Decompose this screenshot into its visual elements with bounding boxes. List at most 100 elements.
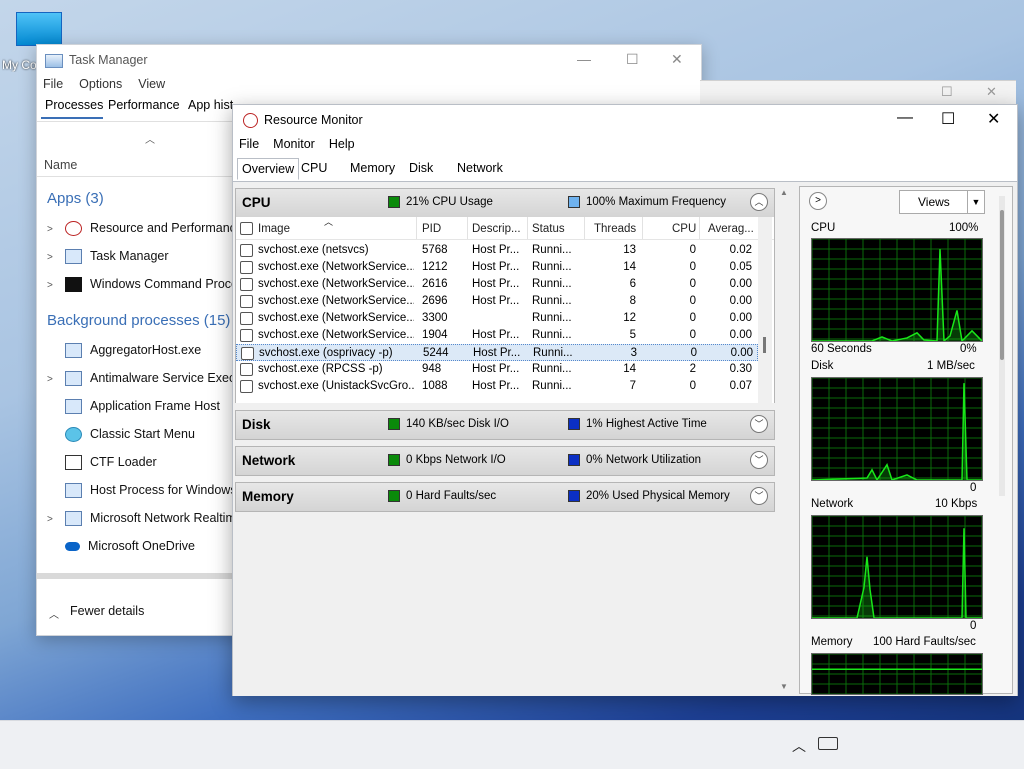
menu-help[interactable]: Help	[329, 137, 355, 151]
table-row[interactable]: svchost.exe (UnistackSvcGro... 1088 Host P…	[236, 378, 758, 395]
table-row[interactable]: svchost.exe (NetworkService... 2616 Host P…	[236, 276, 758, 293]
table-cell: 13	[623, 244, 636, 256]
scroll-down-icon[interactable]: ▼	[780, 682, 788, 691]
expand-icon[interactable]: ﹀	[750, 451, 768, 469]
background-window-titlebar	[700, 80, 1016, 107]
process-icon	[65, 511, 82, 527]
row-checkbox[interactable]	[240, 244, 253, 257]
minimize-icon[interactable]: —	[577, 51, 591, 67]
column-name[interactable]: Name	[44, 158, 77, 172]
list-item[interactable]: Antimalware Service Execut	[65, 371, 246, 387]
chevron-up-icon[interactable]: ︿	[49, 606, 59, 621]
close-icon[interactable]: ✕	[987, 109, 1000, 129]
horizontal-scrollbar[interactable]	[37, 573, 233, 579]
table-cell: svchost.exe (NetworkService...	[258, 261, 414, 273]
column-threads[interactable]: Threads	[594, 223, 636, 235]
list-item[interactable]: Host Process for Windows T	[65, 483, 247, 499]
table-row[interactable]: svchost.exe (NetworkService... 1904 Host P…	[236, 327, 758, 344]
tab-overview[interactable]: Overview	[237, 158, 300, 180]
vertical-scrollbar[interactable]	[758, 217, 772, 403]
expand-icon[interactable]: ﹀	[750, 487, 768, 505]
row-checkbox[interactable]	[240, 380, 253, 393]
views-dropdown[interactable]: Views ▼	[899, 190, 985, 214]
row-checkbox[interactable]	[241, 347, 254, 360]
task-manager-titlebar[interactable]: Task Manager	[45, 53, 148, 68]
list-item[interactable]: Application Frame Host	[65, 399, 220, 415]
keyboard-icon[interactable]	[818, 737, 838, 750]
disk-section-header[interactable]: Disk 140 KB/sec Disk I/O 1% Highest Acti…	[235, 410, 775, 440]
row-checkbox[interactable]	[240, 329, 253, 342]
graph-scrollbar[interactable]	[999, 196, 1005, 496]
column-status[interactable]: Status	[532, 223, 565, 235]
sort-up-icon[interactable]: ︿	[324, 217, 333, 228]
cpu-section-header[interactable]: CPU 21% CPU Usage 100% Maximum Frequency…	[235, 188, 775, 218]
overview-scrollbar[interactable]: ▲ ▼	[777, 186, 791, 694]
collapse-icon[interactable]: ︿	[750, 193, 768, 211]
tab-app-history[interactable]: App hist	[188, 98, 233, 112]
expand-icon[interactable]: >	[47, 374, 53, 385]
column-description[interactable]: Descrip...	[472, 223, 521, 235]
graph-scroll-thumb[interactable]	[1000, 210, 1004, 360]
tab-memory[interactable]: Memory	[346, 158, 399, 178]
list-item[interactable]: Microsoft Network Realtime	[65, 511, 243, 527]
maximize-icon[interactable]: ☐	[626, 51, 639, 68]
menu-view[interactable]: View	[138, 77, 165, 91]
row-checkbox[interactable]	[240, 295, 253, 308]
row-checkbox[interactable]	[240, 363, 253, 376]
scroll-thumb[interactable]	[763, 337, 766, 353]
row-checkbox[interactable]	[240, 261, 253, 274]
list-item[interactable]: Task Manager	[65, 249, 169, 265]
collapse-pane-icon[interactable]: >	[809, 192, 827, 210]
menu-file[interactable]: File	[239, 137, 259, 151]
column-pid[interactable]: PID	[422, 223, 441, 235]
network-section-header[interactable]: Network 0 Kbps Network I/O 0% Network Ut…	[235, 446, 775, 476]
list-item[interactable]: Windows Command Proces	[65, 277, 244, 293]
list-item[interactable]: Classic Start Menu	[65, 427, 195, 443]
memory-section-header[interactable]: Memory 0 Hard Faults/sec 20% Used Physic…	[235, 482, 775, 512]
table-cell: 0.00	[729, 295, 752, 307]
maximize-icon[interactable]: ☐	[941, 109, 955, 129]
resource-monitor-titlebar[interactable]: Resource Monitor	[243, 113, 363, 129]
expand-icon[interactable]: ﹀	[750, 415, 768, 433]
table-row[interactable]: svchost.exe (NetworkService... 1212 Host P…	[236, 259, 758, 276]
views-label: Views	[918, 195, 950, 209]
menu-options[interactable]: Options	[79, 77, 122, 91]
maximize-icon[interactable]: ☐	[941, 84, 953, 100]
table-row[interactable]: svchost.exe (RPCSS -p) 948 Host Pr... Runni…	[236, 361, 758, 378]
table-row[interactable]: svchost.exe (osprivacy -p) 5244 Host Pr...…	[236, 344, 758, 361]
table-row[interactable]: svchost.exe (NetworkService... 3300 Runni.…	[236, 310, 758, 327]
expand-icon[interactable]: >	[47, 280, 53, 291]
table-row[interactable]: svchost.exe (NetworkService... 2696 Host P…	[236, 293, 758, 310]
list-item[interactable]: CTF Loader	[65, 455, 157, 471]
tab-performance[interactable]: Performance	[108, 98, 180, 112]
row-checkbox[interactable]	[240, 312, 253, 325]
show-hidden-icons-icon[interactable]: ︿	[792, 736, 806, 756]
table-row[interactable]: svchost.exe (netsvcs) 5768 Host Pr... Runni…	[236, 242, 758, 259]
minimize-icon[interactable]: —	[897, 109, 913, 127]
fewer-details-button[interactable]: Fewer details	[70, 604, 144, 618]
column-average[interactable]: Averag...	[708, 223, 754, 235]
menu-monitor[interactable]: Monitor	[273, 137, 315, 151]
select-all-checkbox[interactable]	[240, 222, 253, 235]
row-checkbox[interactable]	[240, 278, 253, 291]
tab-processes[interactable]: Processes	[45, 98, 103, 112]
sort-up-icon[interactable]: ︿	[145, 131, 155, 146]
column-cpu[interactable]: CPU	[672, 223, 696, 235]
expand-icon[interactable]: >	[47, 252, 53, 263]
close-icon[interactable]: ✕	[986, 84, 997, 100]
list-item[interactable]: AggregatorHost.exe	[65, 343, 201, 359]
scroll-up-icon[interactable]: ▲	[780, 188, 788, 197]
column-image[interactable]: Image	[258, 223, 290, 235]
expand-icon[interactable]: >	[47, 224, 53, 235]
list-item[interactable]: Microsoft OneDrive	[65, 539, 195, 553]
my-computer-icon[interactable]	[16, 12, 62, 46]
expand-icon[interactable]: >	[47, 514, 53, 525]
tab-disk[interactable]: Disk	[405, 158, 437, 178]
dropdown-arrow-icon[interactable]: ▼	[967, 191, 984, 213]
menu-file[interactable]: File	[43, 77, 63, 91]
close-icon[interactable]: ✕	[671, 51, 683, 68]
tab-network[interactable]: Network	[453, 158, 507, 178]
tab-cpu[interactable]: CPU	[297, 158, 331, 178]
table-row-partial[interactable]	[236, 395, 758, 401]
list-item[interactable]: Resource and Performance	[65, 221, 243, 237]
